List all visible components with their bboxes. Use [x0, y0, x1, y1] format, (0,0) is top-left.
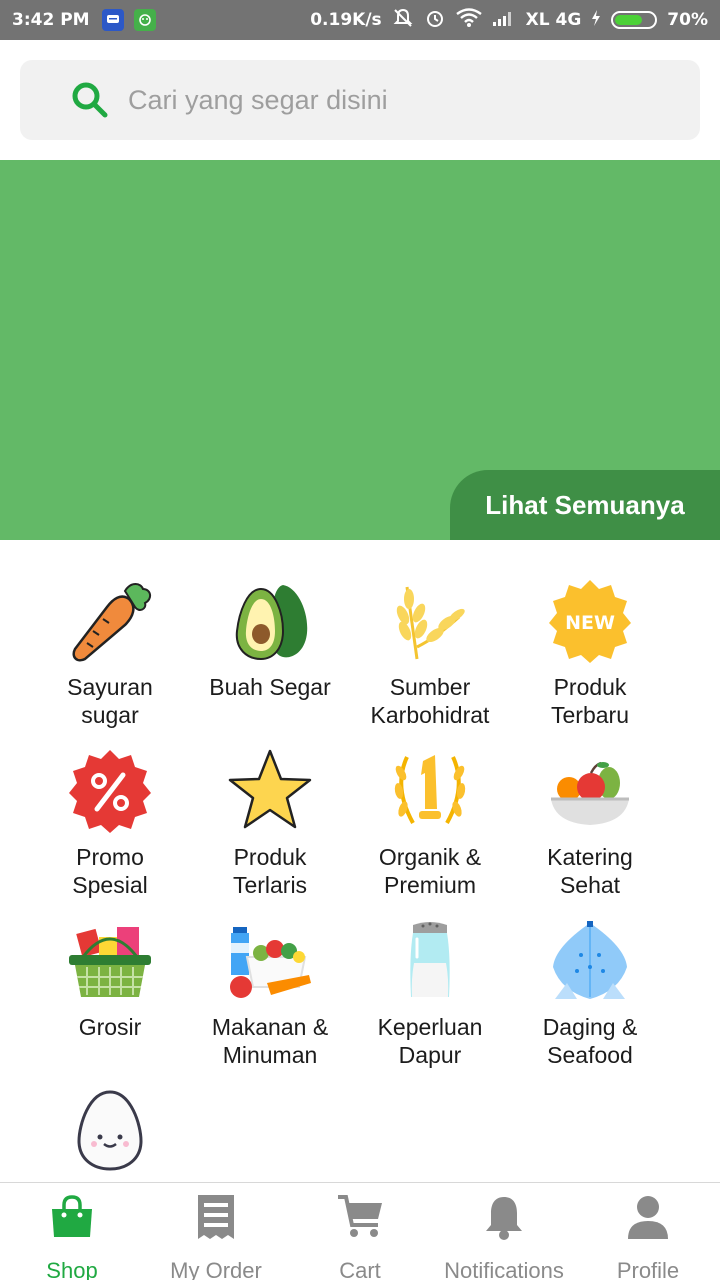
nav-my-order[interactable]: My Order [144, 1183, 288, 1280]
nav-label: Shop [46, 1258, 98, 1280]
network-speed: 0.19K/s [310, 10, 382, 30]
nav-cart[interactable]: Cart [288, 1183, 432, 1280]
percent-badge-icon [65, 745, 155, 835]
nav-notifications[interactable]: Notifications [432, 1183, 576, 1280]
category-label: Produk Terlaris [232, 844, 308, 898]
category-item[interactable]: Daging & Seafood [510, 915, 670, 1085]
android-app-icon [133, 9, 156, 31]
category-label: Daging & Seafood [542, 1014, 638, 1068]
category-item[interactable]: Grosir [30, 915, 190, 1085]
category-label: Sumber Karbohidrat [370, 674, 490, 728]
search-bar[interactable] [20, 60, 700, 140]
category-label: Sayuran sugar [67, 674, 153, 728]
nav-label: Cart [339, 1258, 381, 1280]
signal-icon [492, 9, 516, 32]
carrier-label: XL 4G [525, 10, 582, 30]
shopping-bag-icon [48, 1193, 96, 1246]
category-item[interactable]: NEW Produk Terbaru [510, 575, 670, 745]
battery-percent: 70% [667, 10, 708, 30]
wifi-icon [455, 7, 482, 33]
wheat-icon [385, 575, 475, 665]
star-icon [225, 745, 315, 835]
category-item[interactable]: Makanan & Minuman [190, 915, 350, 1085]
receipt-icon [192, 1193, 240, 1246]
category-label: Produk Terbaru [551, 674, 629, 728]
charging-icon [591, 9, 601, 32]
food-and-drinks-icon [225, 915, 315, 1005]
category-label: Katering Sehat [547, 844, 633, 898]
laurel-number-one-icon [385, 745, 475, 835]
bell-icon [480, 1193, 528, 1246]
egg-icon [65, 1085, 155, 1175]
svg-text:NEW: NEW [565, 612, 615, 634]
category-item[interactable]: Organik & Premium [350, 745, 510, 915]
category-item[interactable]: Keperluan Dapur [350, 915, 510, 1085]
category-label: Buah Segar [209, 674, 331, 700]
battery-level [615, 15, 642, 25]
category-item[interactable]: Sumber Karbohidrat [350, 575, 510, 745]
nav-label: Profile [616, 1258, 680, 1280]
category-label: Grosir [78, 1014, 142, 1040]
bottom-navigation: Shop My Order Cart Notifications Profile [0, 1182, 720, 1280]
alarm-icon [424, 7, 446, 34]
avocado-icon [225, 575, 315, 665]
battery-icon [611, 11, 658, 29]
salt-shaker-icon [385, 915, 475, 1005]
category-item[interactable]: Sayuran sugar [30, 575, 190, 745]
grocery-basket-icon [65, 915, 155, 1005]
category-item[interactable]: Katering Sehat [510, 745, 670, 915]
category-label: Promo Spesial [72, 844, 148, 898]
fruit-bowl-icon [545, 745, 635, 835]
fish-icon [545, 915, 635, 1005]
mute-icon [392, 7, 414, 34]
category-grid: Sayuran sugar Buah Segar Sumber Karbohid… [30, 575, 670, 1255]
nav-label: My Order [170, 1258, 262, 1280]
nav-profile[interactable]: Profile [576, 1183, 720, 1280]
category-label: Makanan & Minuman [211, 1014, 329, 1068]
category-label: Organik & Premium [378, 844, 482, 898]
nav-shop[interactable]: Shop [0, 1183, 144, 1280]
category-item[interactable]: Buah Segar [190, 575, 350, 745]
status-bar: 3:42 PM 0.19K/s XL 4G 70% [0, 0, 720, 40]
new-badge-icon: NEW [545, 575, 635, 665]
category-label: Keperluan Dapur [377, 1014, 483, 1068]
search-icon [70, 80, 110, 120]
promo-banner[interactable]: Lihat Semuanya [0, 160, 720, 540]
search-input[interactable] [128, 84, 608, 116]
message-app-icon [101, 9, 124, 31]
category-item[interactable]: Promo Spesial [30, 745, 190, 915]
status-time: 3:42 PM [12, 10, 90, 30]
see-all-button[interactable]: Lihat Semuanya [450, 470, 720, 540]
category-item[interactable]: Produk Terlaris [190, 745, 350, 915]
person-icon [624, 1193, 672, 1246]
nav-label: Notifications [444, 1258, 564, 1280]
cart-icon [336, 1193, 384, 1246]
carrot-icon [65, 575, 155, 665]
